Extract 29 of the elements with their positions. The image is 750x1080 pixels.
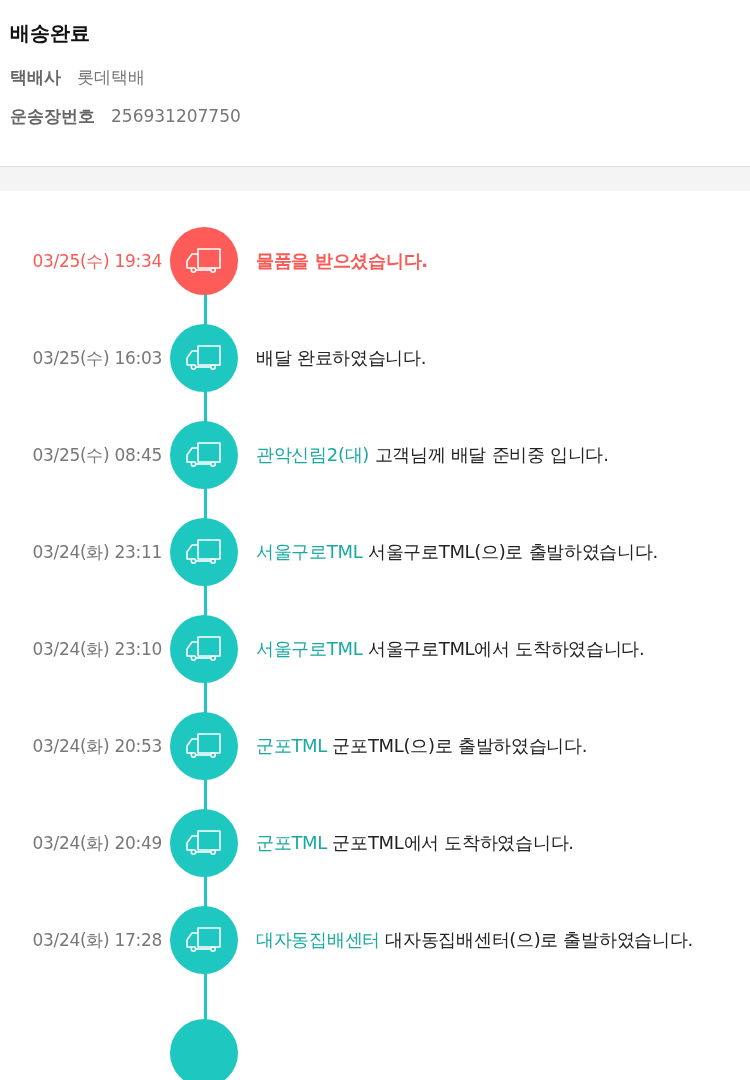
truck-icon <box>184 440 224 470</box>
field-label: 운송장번호 <box>10 105 95 128</box>
event-message: 군포TML 군포TML(으)로 출발하였습니다. <box>255 734 589 758</box>
event-time: 03/24(화) 17:28 <box>31 929 163 952</box>
event-time: 03/25(수) 08:45 <box>31 444 163 467</box>
event-message: 물품을 받으셨습니다. <box>255 249 429 273</box>
event-time: 03/24(화) 23:11 <box>31 541 163 564</box>
event-message: 대자동집배센터 대자동집배센터(으)로 출발하였습니다. <box>255 928 694 952</box>
truck-icon <box>184 828 224 858</box>
event-message: 서울구로TML 서울구로TML(으)로 출발하였습니다. <box>255 540 659 564</box>
event-time: 03/25(수) 19:34 <box>31 250 163 273</box>
event-time: 03/24(화) 20:53 <box>31 735 163 758</box>
field-value: 롯데택배 <box>77 66 145 89</box>
event-time: 03/25(수) 16:03 <box>31 347 163 370</box>
event-time: 03/24(화) 20:49 <box>31 832 163 855</box>
truck-icon <box>184 634 224 664</box>
event-message: 관악신림2(대) 고객님께 배달 준비중 입니다. <box>255 443 610 467</box>
event-time: 03/24(화) 23:10 <box>31 638 163 661</box>
event-message: 배달 완료하였습니다. <box>255 346 428 370</box>
truck-icon <box>184 246 224 276</box>
field-label: 택배사 <box>10 66 61 89</box>
delivery-status-title: 배송완료 <box>10 20 91 47</box>
event-message: 군포TML 군포TML에서 도착하였습니다. <box>255 831 575 855</box>
truck-icon <box>184 537 224 567</box>
truck-icon <box>184 731 224 761</box>
field-value: 256931207750 <box>111 105 241 128</box>
event-message: 서울구로TML 서울구로TML에서 도착하였습니다. <box>255 637 646 661</box>
truck-icon <box>184 343 224 373</box>
truck-icon <box>184 925 224 955</box>
